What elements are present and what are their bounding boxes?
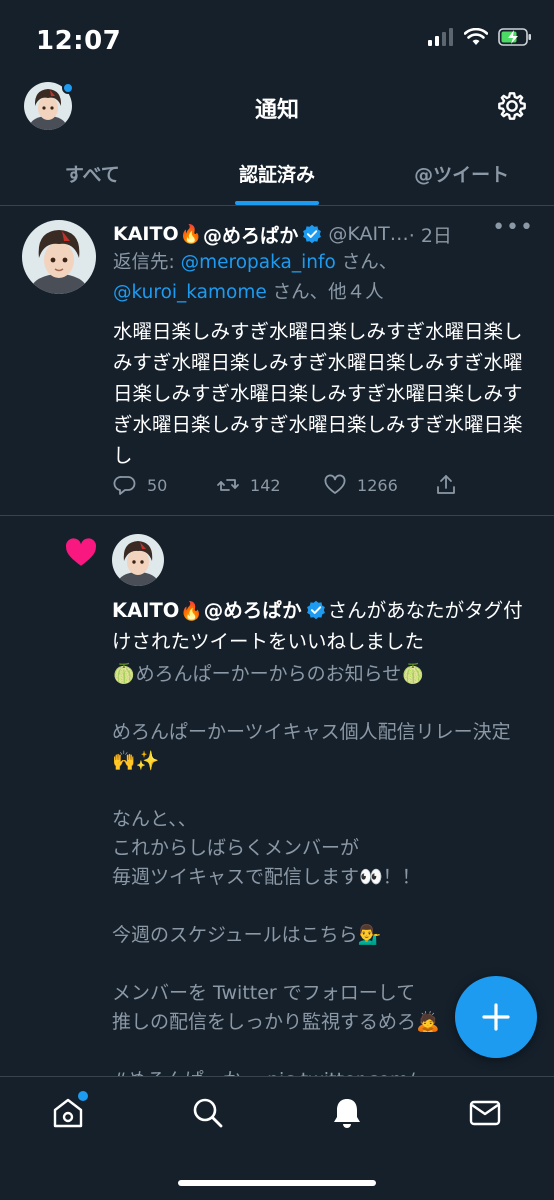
tab-home[interactable]	[50, 1091, 88, 1131]
page-title: 通知	[254, 98, 299, 123]
signal-icon	[428, 28, 453, 46]
share-button[interactable]	[434, 473, 458, 497]
search-icon	[193, 1098, 223, 1128]
like-count: 1266	[357, 475, 398, 495]
reply-user-link[interactable]: @meropaka_info	[181, 252, 336, 273]
reply-context: 返信先: @meropaka_info さん、 @kuroi_kamome さん、…	[113, 248, 533, 308]
reply-count: 50	[147, 475, 168, 495]
like-button[interactable]: 1266	[323, 473, 434, 497]
retweet-icon	[217, 479, 239, 491]
notification-user-name[interactable]: KAITO	[112, 599, 179, 622]
notifications-header: 通知	[0, 80, 554, 136]
tweet-actions: 50 142 1266	[113, 470, 458, 500]
status-bar: 12:07	[0, 0, 554, 80]
home-unread-dot	[78, 1091, 88, 1101]
heart-outline-icon	[324, 474, 346, 494]
retweet-button[interactable]: 142	[216, 473, 323, 497]
tab-mentions[interactable]: @ツイート	[369, 140, 554, 205]
battery-charging-icon	[498, 28, 531, 46]
mail-icon	[469, 1100, 501, 1126]
tweet-author-avatar[interactable]	[22, 220, 96, 294]
verified-badge-icon	[303, 224, 322, 244]
plus-icon	[482, 1003, 510, 1031]
notification-title: KAITO🔥@めろぱか さんがあなたがタグ付けされたツイートをいいねしました	[112, 596, 532, 657]
home-indicator	[178, 1180, 376, 1186]
share-icon	[437, 475, 455, 494]
tab-all[interactable]: すべて	[0, 140, 185, 205]
wifi-icon	[464, 28, 488, 45]
fire-icon: 🔥	[180, 601, 203, 622]
verified-badge-icon	[306, 600, 325, 620]
reply-icon	[113, 476, 136, 495]
gear-icon[interactable]	[496, 90, 528, 122]
reply-user-link[interactable]: @kuroi_kamome	[113, 282, 267, 303]
fire-icon: 🔥	[179, 223, 203, 245]
reply-separator: さん、	[335, 252, 398, 273]
heart-filled-icon	[65, 538, 97, 566]
bell-icon	[334, 1099, 360, 1128]
tab-messages[interactable]	[467, 1095, 503, 1131]
status-time: 12:07	[36, 26, 122, 56]
tweet-author-name[interactable]: KAITO	[113, 223, 179, 245]
tweet-text: 水曜日楽しみすぎ水曜日楽しみすぎ水曜日楽しみすぎ水曜日楽しみすぎ水曜日楽しみすぎ…	[113, 320, 523, 467]
notification-tabs: すべて 認証済み @ツイート	[0, 140, 554, 206]
tweet-header: KAITO 🔥 @めろぱか @KAIT… · 2日 •••	[113, 215, 534, 249]
notification-user-name-suffix[interactable]: @めろぱか	[204, 599, 302, 622]
tab-search[interactable]	[190, 1095, 226, 1131]
tweet-timestamp: · 2日	[408, 224, 452, 247]
reply-button[interactable]: 50	[113, 473, 216, 497]
notification-user-avatar[interactable]	[112, 534, 164, 586]
more-options-icon[interactable]: •••	[492, 215, 534, 240]
compose-tweet-button[interactable]	[455, 976, 537, 1058]
reply-prefix: 返信先:	[113, 252, 181, 273]
tab-verified[interactable]: 認証済み	[185, 140, 370, 205]
tweet-author-handle[interactable]: @KAIT…	[328, 223, 408, 245]
status-icons	[428, 28, 532, 46]
reply-others: さん、他４人	[266, 282, 384, 303]
tab-notifications[interactable]	[329, 1095, 365, 1131]
tweet-card[interactable]: KAITO 🔥 @めろぱか @KAIT… · 2日 ••• 返信先: @mero…	[0, 206, 554, 516]
retweet-count: 142	[250, 475, 281, 495]
tweet-author-name-suffix[interactable]: @めろぱか	[203, 221, 298, 248]
